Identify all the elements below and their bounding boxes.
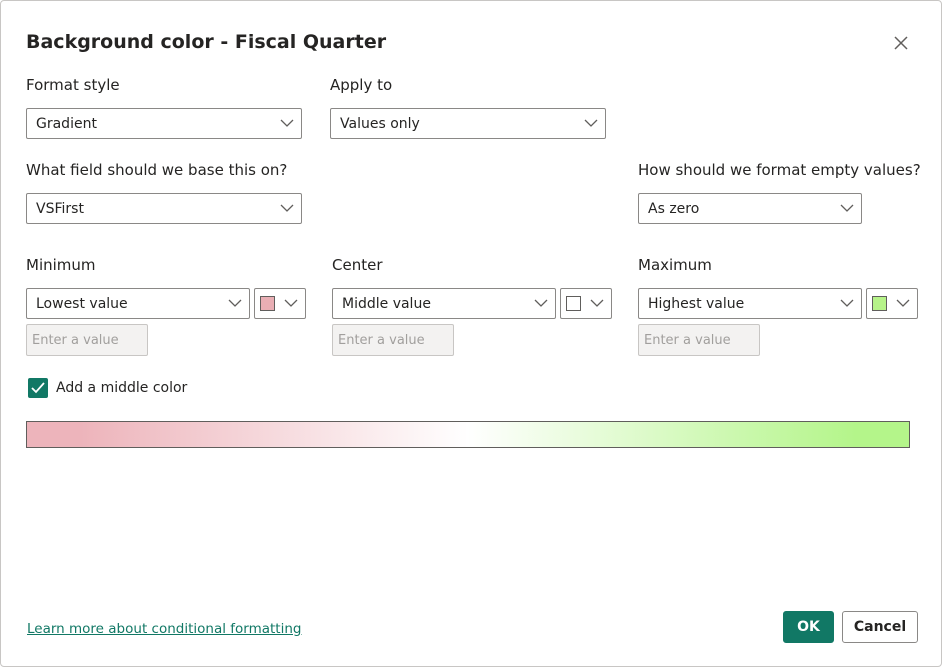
chevron-down-icon (228, 299, 242, 307)
center-color-picker[interactable] (560, 288, 612, 319)
maximum-color-picker[interactable] (866, 288, 918, 319)
gradient-preview-bar (26, 421, 910, 448)
base-field-value: VSFirst (36, 201, 84, 217)
dialog-title: Background color - Fiscal Quarter (26, 31, 387, 53)
close-icon[interactable] (891, 33, 911, 53)
maximum-label: Maximum (638, 256, 712, 274)
apply-to-value: Values only (340, 116, 420, 132)
chevron-down-icon (584, 119, 598, 127)
apply-to-dropdown[interactable]: Values only (330, 108, 606, 139)
base-field-label: What field should we base this on? (26, 161, 288, 179)
chevron-down-icon (280, 204, 294, 212)
minimum-value: Lowest value (36, 296, 128, 312)
empty-values-value: As zero (648, 201, 700, 217)
maximum-value-input[interactable] (638, 324, 760, 356)
chevron-down-icon (840, 204, 854, 212)
minimum-label: Minimum (26, 256, 96, 274)
minimum-color-swatch (260, 296, 275, 311)
apply-to-label: Apply to (330, 76, 393, 94)
empty-values-dropdown[interactable]: As zero (638, 193, 862, 224)
middle-color-label: Add a middle color (56, 380, 188, 396)
center-label: Center (332, 256, 383, 274)
format-style-label: Format style (26, 76, 120, 94)
cancel-button[interactable]: Cancel (842, 611, 918, 643)
minimum-dropdown[interactable]: Lowest value (26, 288, 250, 319)
checkmark-icon (31, 382, 45, 394)
learn-more-link[interactable]: Learn more about conditional formatting (27, 621, 301, 637)
center-value-input[interactable] (332, 324, 454, 356)
chevron-down-icon (590, 299, 604, 307)
format-style-dropdown[interactable]: Gradient (26, 108, 302, 139)
maximum-value: Highest value (648, 296, 745, 312)
chevron-down-icon (284, 299, 298, 307)
maximum-color-swatch (872, 296, 887, 311)
minimum-color-picker[interactable] (254, 288, 306, 319)
conditional-format-dialog: Background color - Fiscal Quarter Format… (0, 0, 942, 667)
base-field-dropdown[interactable]: VSFirst (26, 193, 302, 224)
middle-color-checkbox[interactable] (28, 378, 48, 398)
chevron-down-icon (896, 299, 910, 307)
maximum-dropdown[interactable]: Highest value (638, 288, 862, 319)
minimum-value-input[interactable] (26, 324, 148, 356)
center-color-swatch (566, 296, 581, 311)
format-style-value: Gradient (36, 116, 97, 132)
ok-button[interactable]: OK (783, 611, 834, 643)
center-value: Middle value (342, 296, 431, 312)
chevron-down-icon (280, 119, 294, 127)
center-dropdown[interactable]: Middle value (332, 288, 556, 319)
empty-values-label: How should we format empty values? (638, 161, 921, 179)
chevron-down-icon (840, 299, 854, 307)
chevron-down-icon (534, 299, 548, 307)
